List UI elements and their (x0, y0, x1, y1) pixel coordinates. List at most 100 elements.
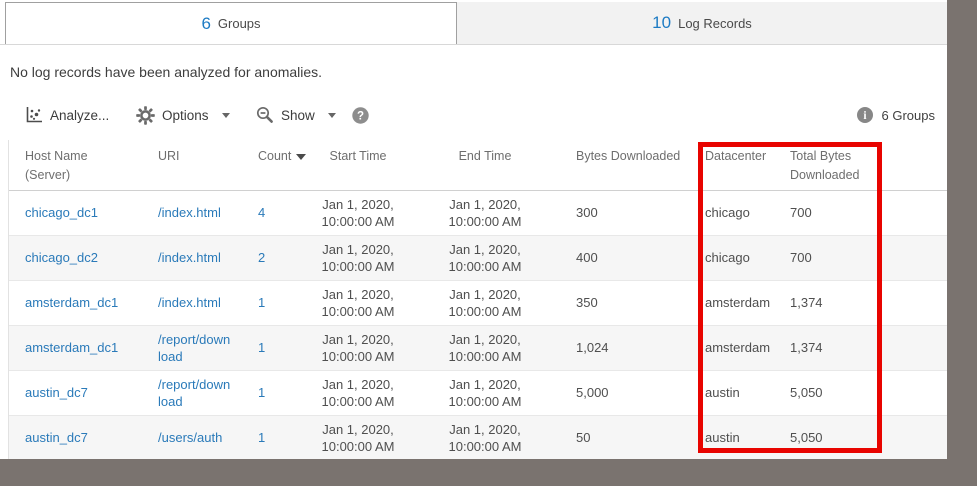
count-link[interactable]: 1 (258, 430, 265, 445)
total-bytes-cell: 700 (780, 235, 880, 281)
datacenter-cell: austin (695, 370, 780, 416)
column-header-end-time: End Time (404, 140, 566, 191)
zoom-out-icon (256, 106, 274, 124)
table-row: chicago_dc2 /index.html 2 Jan 1, 2020, 10… (9, 235, 947, 281)
chevron-down-icon (327, 112, 336, 118)
total-bytes-cell: 1,374 (780, 325, 880, 371)
end-time-cell: Jan 1, 2020, 10:00:00 AM (404, 415, 566, 461)
groups-table: Host Name (Server) URI Count Start Time E… (8, 140, 947, 461)
groups-count-summary: i 6 Groups (856, 101, 935, 129)
filler-cell (880, 415, 947, 461)
uri-link[interactable]: /report/download (158, 376, 232, 410)
filler-cell (880, 235, 947, 281)
groups-tab-label: Groups (217, 16, 261, 31)
count-link[interactable]: 1 (258, 295, 265, 310)
help-button[interactable]: ? (351, 101, 370, 129)
bytes-cell: 5,000 (566, 370, 695, 416)
filler-cell (880, 325, 947, 371)
host-link[interactable]: austin_dc7 (25, 430, 88, 445)
bytes-cell: 300 (566, 190, 695, 236)
start-time-cell: Jan 1, 2020, 10:00:00 AM (312, 235, 404, 281)
total-bytes-cell: 5,050 (780, 415, 880, 461)
start-time-cell: Jan 1, 2020, 10:00:00 AM (312, 280, 404, 326)
end-time-cell: Jan 1, 2020, 10:00:00 AM (404, 325, 566, 371)
total-bytes-cell: 700 (780, 190, 880, 236)
end-time-cell: Jan 1, 2020, 10:00:00 AM (404, 235, 566, 281)
options-button-label: Options (162, 107, 209, 123)
total-bytes-cell: 5,050 (780, 370, 880, 416)
show-button[interactable]: Show (256, 101, 336, 129)
bytes-cell: 50 (566, 415, 695, 461)
analyze-chart-icon (24, 106, 43, 125)
start-time-cell: Jan 1, 2020, 10:00:00 AM (312, 415, 404, 461)
tab-log-records[interactable]: 10 Log Records (457, 2, 947, 44)
filler-cell (880, 280, 947, 326)
bytes-cell: 400 (566, 235, 695, 281)
uri-link[interactable]: /index.html (158, 294, 232, 311)
column-header-uri: URI (148, 140, 248, 191)
table-header-row: Host Name (Server) URI Count Start Time E… (9, 140, 947, 191)
count-link[interactable]: 2 (258, 250, 265, 265)
count-link[interactable]: 1 (258, 385, 265, 400)
table-row: austin_dc7 /report/download 1 Jan 1, 202… (9, 370, 947, 416)
column-header-host-name: Host Name (Server) (9, 140, 148, 191)
help-icon: ? (351, 106, 370, 125)
host-link[interactable]: amsterdam_dc1 (25, 340, 118, 355)
count-link[interactable]: 4 (258, 205, 265, 220)
total-bytes-cell: 1,374 (780, 280, 880, 326)
column-header-start-time: Start Time (312, 140, 404, 191)
datacenter-cell: amsterdam (695, 280, 780, 326)
host-link[interactable]: austin_dc7 (25, 385, 88, 400)
uri-link[interactable]: /users/auth (158, 429, 232, 446)
bytes-cell: 1,024 (566, 325, 695, 371)
desktop-background-bottom (0, 459, 977, 486)
show-button-label: Show (281, 107, 315, 123)
column-header-count[interactable]: Count (248, 140, 312, 191)
gear-icon (136, 105, 155, 125)
datacenter-cell: chicago (695, 190, 780, 236)
analyze-button[interactable]: Analyze... (24, 101, 109, 129)
start-time-cell: Jan 1, 2020, 10:00:00 AM (312, 190, 404, 236)
groups-count-label: 6 Groups (881, 107, 935, 123)
count-link[interactable]: 1 (258, 340, 265, 355)
svg-text:?: ? (357, 110, 364, 122)
end-time-cell: Jan 1, 2020, 10:00:00 AM (404, 280, 566, 326)
table-row: amsterdam_dc1 /report/download 1 Jan 1, … (9, 325, 947, 371)
log-records-tab-count: 10 (652, 13, 672, 32)
filler-cell (880, 190, 947, 236)
table-row: chicago_dc1 /index.html 4 Jan 1, 2020, 10… (9, 190, 947, 236)
column-header-datacenter: Datacenter (695, 140, 780, 191)
info-icon[interactable]: i (856, 106, 874, 124)
options-button[interactable]: Options (136, 101, 230, 129)
datacenter-cell: amsterdam (695, 325, 780, 371)
analyze-button-label: Analyze... (50, 107, 110, 123)
uri-link[interactable]: /index.html (158, 249, 232, 266)
uri-link[interactable]: /report/download (158, 331, 232, 365)
column-header-filler (880, 140, 947, 191)
start-time-cell: Jan 1, 2020, 10:00:00 AM (312, 325, 404, 371)
log-records-tab-label: Log Records (678, 15, 752, 31)
start-time-cell: Jan 1, 2020, 10:00:00 AM (312, 370, 404, 416)
tab-groups[interactable]: 6 Groups (5, 2, 457, 44)
bytes-cell: 350 (566, 280, 695, 326)
column-header-total-bytes: Total Bytes Downloaded (780, 140, 880, 191)
filler-cell (880, 370, 947, 416)
table-row: amsterdam_dc1 /index.html 1 Jan 1, 2020,… (9, 280, 947, 326)
host-link[interactable]: chicago_dc2 (25, 250, 98, 265)
groups-tab-count: 6 (201, 13, 211, 33)
uri-link[interactable]: /index.html (158, 204, 232, 221)
tab-bar: 6 Groups 10 Log Records (0, 0, 947, 45)
anomaly-status-message: No log records have been analyzed for an… (10, 64, 323, 80)
chevron-down-icon (221, 112, 230, 118)
host-link[interactable]: amsterdam_dc1 (25, 295, 118, 310)
desktop-background-right (947, 0, 977, 486)
end-time-cell: Jan 1, 2020, 10:00:00 AM (404, 190, 566, 236)
column-header-bytes-downloaded: Bytes Downloaded (566, 140, 695, 191)
end-time-cell: Jan 1, 2020, 10:00:00 AM (404, 370, 566, 416)
sort-descending-icon (296, 154, 307, 160)
table-row: austin_dc7 /users/auth 1 Jan 1, 2020, 10:… (9, 415, 947, 461)
host-link[interactable]: chicago_dc1 (25, 205, 98, 220)
datacenter-cell: austin (695, 415, 780, 461)
datacenter-cell: chicago (695, 235, 780, 281)
app-window: 6 Groups 10 Log Records No log records h… (0, 0, 947, 486)
